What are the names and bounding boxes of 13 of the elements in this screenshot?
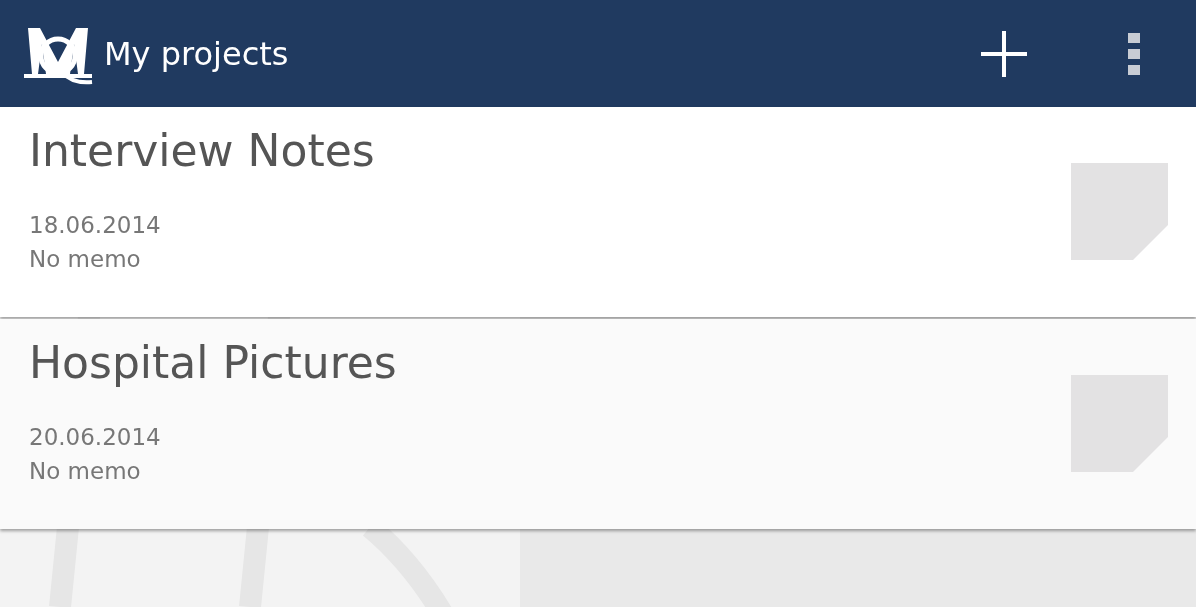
project-memo: No memo [29,245,142,272]
menu-icon [1128,32,1140,75]
app-title: My projects [104,34,290,73]
project-memo: No memo [29,457,142,484]
project-card[interactable]: Interview Notes 18.06.2014 No memo [0,107,1196,317]
project-date: 18.06.2014 [29,211,162,238]
project-date: 20.06.2014 [29,423,162,450]
thumbnail-icon [1071,375,1168,472]
thumbnail-icon [1071,163,1168,260]
project-title: Interview Notes [29,125,375,178]
project-card[interactable]: Hospital Pictures 20.06.2014 No memo [0,319,1196,529]
project-title: Hospital Pictures [29,337,397,390]
plus-icon [979,28,1029,79]
